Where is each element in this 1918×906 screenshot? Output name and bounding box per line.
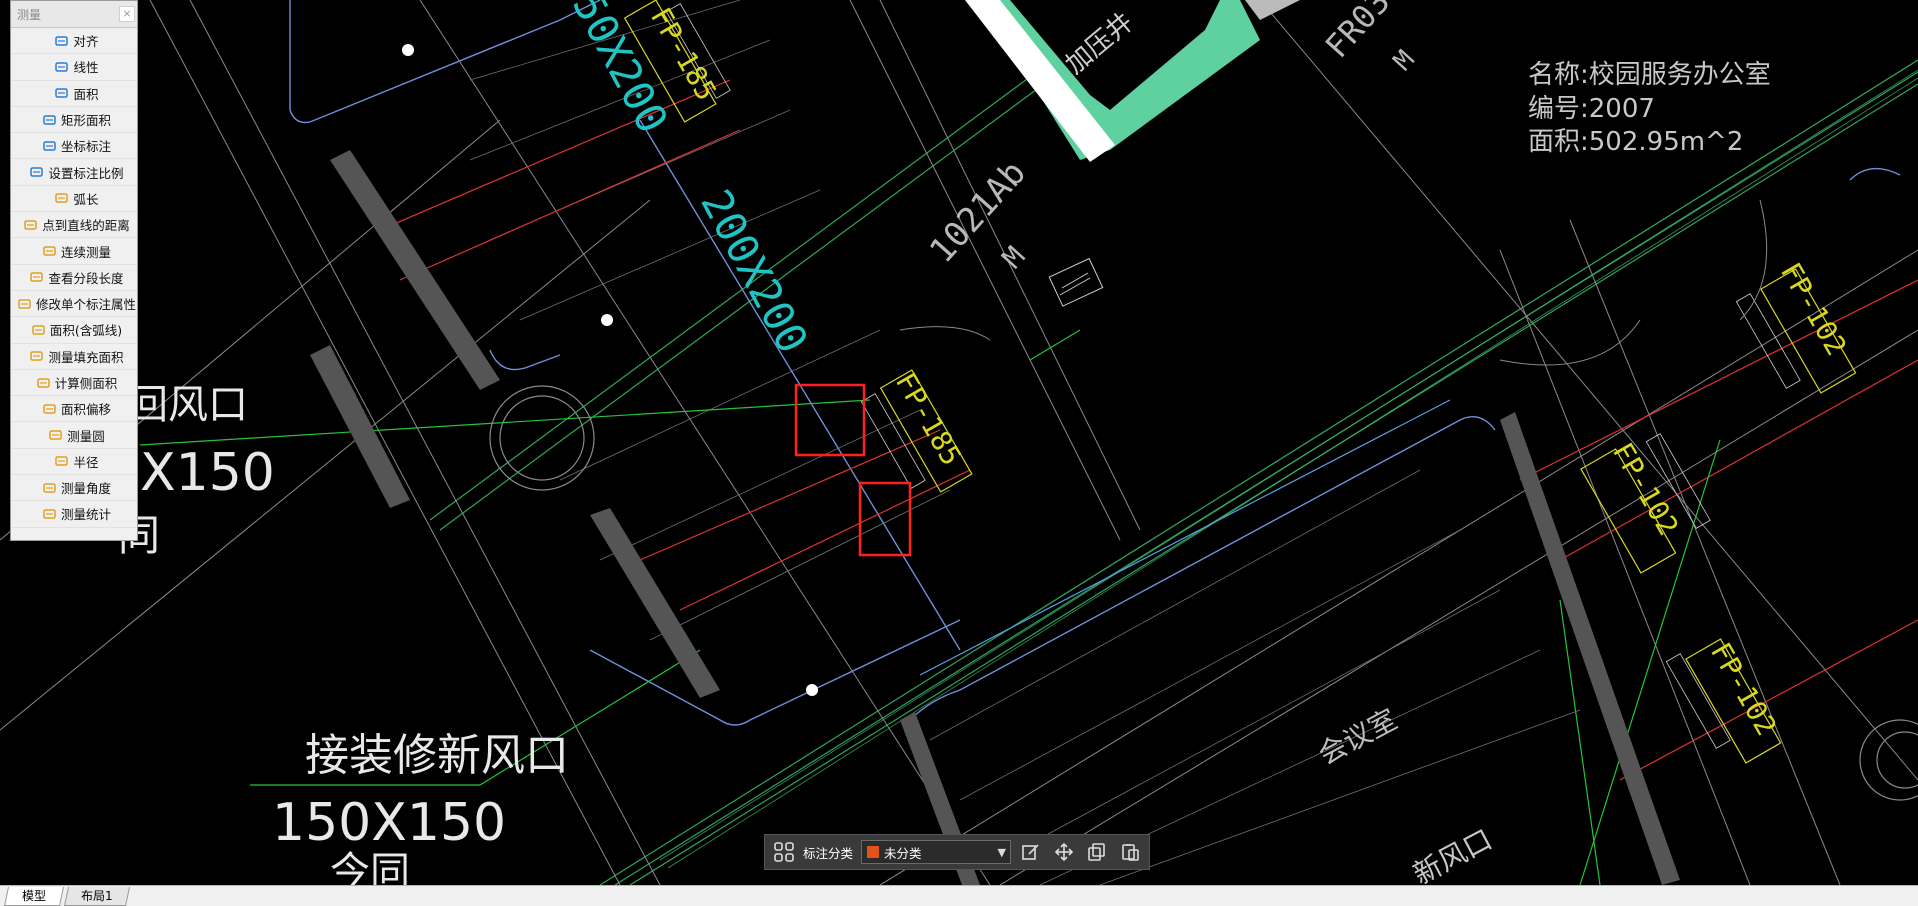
edit-annotation-icon	[18, 298, 31, 310]
side-area-icon	[36, 377, 50, 389]
point-line-distance-icon	[24, 219, 37, 231]
annotation-category-value: 未分类	[884, 845, 922, 861]
measure-tool-label: 测量圆	[67, 428, 105, 444]
measure-tool-label: 矩形面积	[60, 113, 111, 129]
measure-tool-label: 修改单个标注属性	[35, 297, 136, 313]
measure-tool-label: 弧长	[73, 191, 99, 207]
measure-tool-13[interactable]: 测量填充面积	[11, 344, 137, 370]
measure-tool-11[interactable]: 修改单个标注属性	[11, 291, 137, 318]
move-icon[interactable]	[1051, 839, 1077, 865]
coordinate-icon	[43, 140, 56, 152]
left-vent-text-2: X150	[140, 443, 275, 503]
measure-tool-label: 点到直线的距离	[42, 218, 130, 234]
measure-tool-label: 测量统计	[60, 507, 111, 523]
annotation-toolbar: 标注分类 未分类 ▼	[764, 834, 1150, 870]
arc-length-icon	[55, 192, 69, 204]
measure-tool-15[interactable]: 面积偏移	[11, 396, 137, 423]
measure-tool-5[interactable]: 坐标标注	[11, 133, 137, 160]
measure-tool-label: 面积(含弧线)	[49, 323, 123, 339]
measure-tool-4[interactable]: 矩形面积	[11, 107, 137, 134]
panel-title: 测量	[17, 8, 42, 22]
measure-tool-label: 面积偏移	[60, 402, 111, 418]
room-name-text: 名称:校园服务办公室	[1528, 60, 1771, 90]
area-icon	[55, 87, 69, 99]
tab-model-label: 模型	[21, 889, 46, 903]
angle-icon	[43, 482, 56, 494]
area-offset-icon	[43, 403, 56, 415]
measure-tool-label: 连续测量	[60, 244, 111, 260]
paste-icon[interactable]	[1117, 839, 1143, 865]
copy-icon[interactable]	[1084, 839, 1110, 865]
continuous-measure-icon	[43, 245, 56, 257]
measure-tool-6[interactable]: 设置标注比例	[11, 159, 137, 186]
measure-tool-label: 面积	[73, 86, 99, 102]
measure-tool-1[interactable]: 对齐	[11, 28, 137, 55]
measure-tool-label: 查看分段长度	[48, 270, 124, 286]
measure-tool-label: 线性	[73, 60, 99, 76]
measure-tool-17[interactable]: 半径	[11, 449, 137, 476]
annotation-category-label: 标注分类	[803, 845, 854, 861]
measure-tool-16[interactable]: 测量圆	[11, 422, 137, 449]
close-icon[interactable]: ×	[119, 6, 135, 22]
tab-layout1[interactable]: 布局1	[63, 887, 131, 906]
measure-tool-label: 设置标注比例	[48, 165, 124, 181]
measure-tool-label: 测量填充面积	[48, 349, 124, 365]
measure-tool-label: 坐标标注	[60, 139, 111, 155]
radius-icon	[55, 455, 69, 467]
segment-length-icon	[30, 271, 44, 283]
room-number-text: 编号:2007	[1528, 94, 1655, 124]
scale-icon	[30, 166, 44, 178]
measure-tool-10[interactable]: 查看分段长度	[11, 265, 137, 291]
arc-area-icon	[32, 324, 45, 336]
chevron-down-icon: ▼	[997, 846, 1007, 859]
measure-tool-label: 对齐	[73, 34, 99, 50]
panel-title-bar[interactable]: 测量 ×	[11, 1, 137, 28]
tab-model[interactable]: 模型	[3, 887, 65, 906]
measure-tool-19[interactable]: 测量统计	[11, 501, 137, 528]
measure-tool-8[interactable]: 点到直线的距离	[11, 212, 137, 239]
measure-tool-14[interactable]: 计算侧面积	[11, 370, 137, 397]
align-measure-icon	[55, 35, 69, 47]
category-color-swatch	[867, 846, 880, 858]
measure-tool-label: 计算侧面积	[54, 376, 118, 391]
room-area-text: 面积:502.95m^2	[1528, 127, 1743, 157]
annotation-category-select[interactable]: 未分类 ▼	[861, 840, 1012, 864]
measure-tool-9[interactable]: 连续测量	[11, 238, 137, 265]
vent-label-2: 150X150	[272, 793, 506, 853]
circle-measure-icon	[49, 429, 62, 441]
measure-tool-2[interactable]: 线性	[11, 54, 137, 81]
grid-icon[interactable]	[773, 841, 795, 863]
measure-tool-label: 测量角度	[60, 481, 111, 497]
vent-label-3: 今同	[330, 849, 410, 885]
measure-tool-18[interactable]: 测量角度	[11, 475, 137, 502]
cad-drawing-canvas[interactable]: 名称:校园服务办公室 编号:2007 面积:502.95m^2 加压井 会议室 …	[0, 0, 1918, 885]
statistics-icon	[43, 508, 56, 520]
measure-tool-7[interactable]: 弧长	[11, 186, 137, 213]
layout-tab-bar: 模型 布局1	[0, 885, 1918, 906]
linear-measure-icon	[55, 61, 69, 73]
tab-layout1-label: 布局1	[81, 889, 113, 903]
vent-label-1: 接装修新风口	[305, 730, 569, 781]
measure-tool-3[interactable]: 面积	[11, 81, 137, 107]
measure-panel: 测量 × 对齐线性面积矩形面积坐标标注设置标注比例 弧长点到直线的距离 连续测量查看…	[10, 0, 138, 541]
edit-icon[interactable]	[1018, 839, 1044, 865]
fill-area-icon	[30, 350, 44, 362]
measure-tool-label: 半径	[73, 454, 99, 470]
rect-area-icon	[43, 114, 56, 126]
left-vent-text-1: 回风口	[128, 382, 248, 428]
measure-tool-12[interactable]: 面积(含弧线)	[11, 317, 137, 344]
